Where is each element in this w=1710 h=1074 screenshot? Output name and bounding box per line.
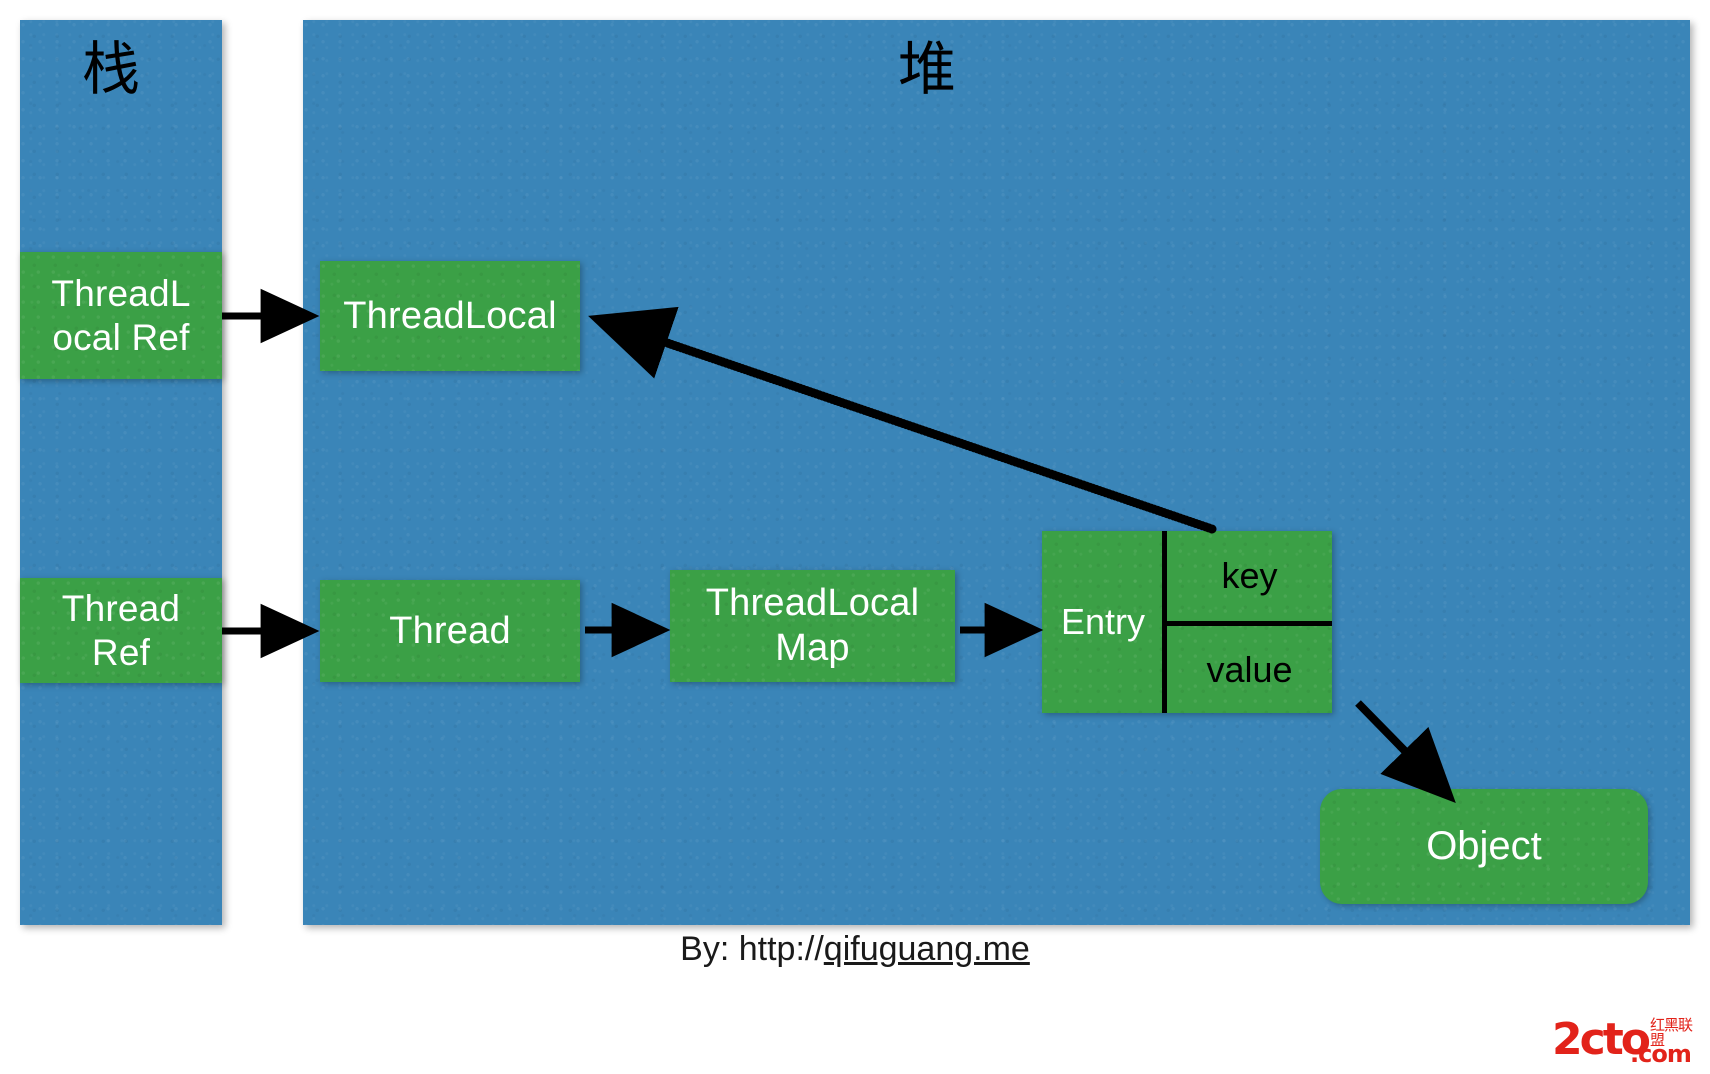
heap-node-threadlocalmap: ThreadLocal Map [670, 570, 955, 682]
threadlocal-ref-line2: ocal Ref [52, 316, 190, 358]
stack-frame-thread-ref: Thread Ref [20, 578, 222, 683]
heap-node-threadlocalmap-label: ThreadLocal Map [706, 581, 919, 671]
thread-ref-line2: Ref [91, 631, 151, 673]
heap-node-threadlocal: ThreadLocal [320, 261, 580, 371]
heap-node-thread: Thread [320, 580, 580, 682]
heap-node-threadlocal-label: ThreadLocal [343, 294, 557, 337]
threadlocalmap-line1: ThreadLocal [705, 582, 920, 625]
watermark-2cto: 2cto .com 红黑联盟 [1552, 1016, 1702, 1068]
threadlocal-ref-line1: ThreadL [51, 272, 191, 314]
heap-panel-title: 堆 [898, 35, 957, 103]
threadlocalmap-line2: Map [775, 627, 850, 669]
heap-node-entry: Entry key value [1042, 531, 1332, 713]
entry-key-field: key [1221, 555, 1278, 596]
stack-frame-threadlocal-ref: ThreadL ocal Ref [20, 252, 222, 379]
watermark-cn-text: 红黑联盟 [1650, 1016, 1693, 1049]
stack-frame-thread-ref-label: Thread Ref [62, 587, 180, 674]
heap-node-thread-label: Thread [389, 609, 511, 652]
stack-panel [20, 20, 222, 925]
heap-node-object-label: Object [1426, 824, 1542, 868]
credit-prefix: By: http:// [680, 930, 824, 968]
entry-name-label: Entry [1060, 601, 1146, 642]
credit-line: By: http://qifuguang.me [0, 930, 1710, 969]
diagram-canvas: 栈 ThreadL ocal Ref Thread Ref 堆 ThreadLo… [0, 0, 1710, 1074]
stack-panel-title: 栈 [82, 35, 141, 103]
entry-value-field: value [1206, 648, 1293, 690]
heap-node-object: Object [1320, 789, 1648, 904]
thread-ref-line1: Thread [61, 587, 181, 629]
credit-link[interactable]: qifuguang.me [824, 930, 1030, 968]
stack-frame-threadlocal-ref-label: ThreadL ocal Ref [51, 272, 190, 359]
